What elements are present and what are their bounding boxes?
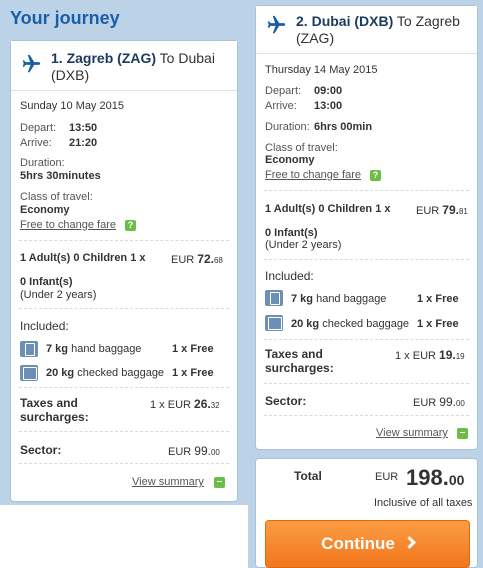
duration-label: Duration: (20, 157, 65, 169)
included-label: Included: (20, 319, 69, 333)
hand-baggage-icon (20, 341, 38, 357)
change-fare-link[interactable]: Free to change fare (265, 169, 361, 181)
arrive-label: Arrive: (265, 100, 297, 112)
taxes-price: 1 x EUR 26.32 (150, 397, 220, 411)
flight-card-outbound: 1. Zagreb (ZAG) To Dubai (DXB) Sunday 10… (10, 40, 238, 502)
class-value: Economy (20, 204, 70, 216)
class-value: Economy (265, 154, 315, 166)
flight-card-return: 2. Dubai (DXB) To Zagreb (ZAG) Thursday … (255, 5, 478, 450)
divider (264, 339, 469, 340)
hand-baggage-icon (265, 290, 283, 306)
page-title: Your journey (10, 8, 120, 28)
minus-icon[interactable]: – (457, 428, 468, 439)
sector-price: EUR 99.00 (168, 444, 220, 458)
sector-label: Sector: (20, 443, 62, 457)
airplane-icon (22, 54, 41, 73)
divider (264, 383, 469, 384)
arrive-label: Arrive: (20, 137, 52, 149)
flight-header: 2. Dubai (DXB) To Zagreb (ZAG) (256, 6, 477, 54)
baggage-hand-qty: 1 x Free (172, 343, 214, 355)
divider (264, 415, 469, 416)
change-fare-link[interactable]: Free to change fare (20, 219, 116, 231)
route-title: 1. Zagreb (ZAG) To Dubai (DXB) (51, 50, 215, 83)
route-title: 2. Dubai (DXB) To Zagreb (ZAG) (296, 13, 460, 46)
infants-note: (Under 2 years) (265, 239, 342, 251)
taxes-label-2: surcharges: (20, 410, 89, 424)
total-currency: EUR (375, 471, 399, 483)
chevron-right-icon (402, 536, 416, 549)
total-price: 198.00 (406, 465, 465, 490)
class-label: Class of travel: (20, 191, 93, 203)
fare-price: EUR 79.81 (416, 203, 468, 217)
taxes-label: Taxes and (265, 347, 323, 361)
sector-label: Sector: (265, 394, 307, 408)
baggage-checked: 20 kg checked baggage (291, 318, 410, 330)
fare-price: EUR 72.68 (171, 252, 223, 266)
total-panel: Total EUR 198.00 Inclusive of all taxes … (255, 458, 478, 568)
infants-count: 0 Infant(s) (20, 276, 73, 288)
divider (19, 240, 229, 241)
baggage-hand-qty: 1 x Free (417, 293, 459, 305)
arrive-time: 13:00 (314, 100, 343, 112)
flight-header: 1. Zagreb (ZAG) To Dubai (DXB) (11, 41, 237, 91)
depart-label: Depart: (265, 85, 302, 97)
divider (19, 387, 229, 388)
infants-note: (Under 2 years) (20, 289, 97, 301)
baggage-hand: 7 kg hand baggage (46, 343, 142, 355)
view-summary-link[interactable]: View summary (132, 476, 204, 488)
divider (264, 190, 469, 191)
divider (264, 259, 469, 260)
divider (19, 431, 229, 432)
checked-baggage-icon (265, 315, 283, 331)
checked-baggage-icon (20, 365, 38, 381)
class-label: Class of travel: (265, 142, 338, 154)
taxes-label-2: surcharges: (265, 361, 334, 375)
infants-count: 0 Infant(s) (265, 227, 318, 239)
baggage-hand: 7 kg hand baggage (291, 293, 387, 305)
baggage-checked: 20 kg checked baggage (46, 367, 165, 379)
sector-price: EUR 99.00 (413, 395, 465, 409)
question-icon[interactable]: ? (370, 170, 381, 181)
passengers-summary: 1 Adult(s) 0 Children 1 x (20, 252, 146, 264)
baggage-checked-qty: 1 x Free (417, 318, 459, 330)
included-label: Included: (265, 269, 314, 283)
depart-label: Depart: (20, 122, 57, 134)
flight-date: Thursday 14 May 2015 (265, 64, 378, 76)
continue-button[interactable]: Continue (265, 520, 470, 568)
total-tax-note: Inclusive of all taxes (374, 497, 473, 509)
minus-icon[interactable]: – (214, 477, 225, 488)
airplane-icon (267, 15, 286, 34)
baggage-checked-qty: 1 x Free (172, 367, 214, 379)
flight-date: Sunday 10 May 2015 (20, 100, 124, 112)
passengers-summary: 1 Adult(s) 0 Children 1 x (265, 203, 391, 215)
arrive-time: 21:20 (69, 137, 98, 149)
duration-value: 6hrs 00min (314, 121, 373, 133)
depart-time: 09:00 (314, 85, 343, 97)
taxes-label: Taxes and (20, 396, 78, 410)
divider (19, 308, 229, 309)
taxes-price: 1 x EUR 19.19 (395, 348, 465, 362)
depart-time: 13:50 (69, 122, 98, 134)
duration-label: Duration: (265, 121, 310, 133)
divider (19, 463, 229, 464)
total-label: Total (294, 469, 322, 483)
view-summary-link[interactable]: View summary (376, 427, 448, 439)
question-icon[interactable]: ? (125, 220, 136, 231)
duration-value: 5hrs 30minutes (20, 170, 101, 182)
